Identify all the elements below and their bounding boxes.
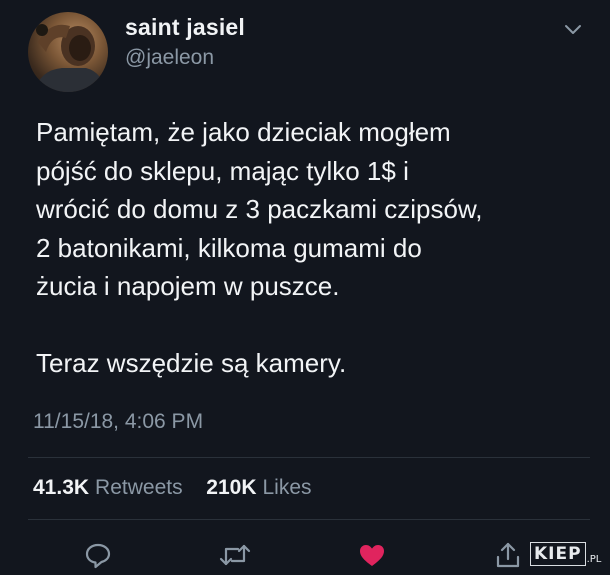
engagement-stats: 41.3K Retweets 210K Likes <box>33 476 312 500</box>
divider <box>28 519 590 520</box>
tweet-card: saint jasiel @jaeleon Pamiętam, że jako … <box>0 0 610 575</box>
paragraph-break <box>36 306 576 344</box>
retweet-icon[interactable] <box>218 540 252 570</box>
tweet-text-line: Teraz wszędzie są kamery. <box>36 347 347 378</box>
watermark-text: KIEP <box>530 542 586 566</box>
divider <box>28 457 590 458</box>
tweet-timestamp[interactable]: 11/15/18, 4:06 PM <box>33 410 203 434</box>
tweet-text-line: pójść do sklepu, mając tylko 1$ i <box>36 155 409 186</box>
likes-count: 210K <box>206 476 257 499</box>
share-icon[interactable] <box>493 540 523 570</box>
tweet-text-line: żucia i napojem w puszce. <box>36 271 340 301</box>
reply-icon[interactable] <box>83 540 113 570</box>
retweets-label: Retweets <box>95 476 183 499</box>
tweet-text-line: wrócić do domu z 3 paczkami czipsów, <box>36 194 483 224</box>
tweet-text: Pamiętam, że jako dzieciak mogłem pójść … <box>36 113 576 382</box>
watermark-logo: KIEP .PL <box>530 541 601 567</box>
heart-icon[interactable] <box>357 540 387 570</box>
likes-stat[interactable]: 210K Likes <box>206 476 311 499</box>
retweets-stat[interactable]: 41.3K Retweets <box>33 476 188 499</box>
likes-label: Likes <box>262 476 312 499</box>
avatar[interactable] <box>28 12 108 92</box>
display-name[interactable]: saint jasiel <box>125 14 245 41</box>
tweet-text-line: 2 batonikami, kilkoma gumami do <box>36 232 422 263</box>
retweets-count: 41.3K <box>33 476 90 499</box>
watermark-domain: .PL <box>586 554 602 565</box>
chevron-down-icon[interactable] <box>562 22 584 38</box>
tweet-text-line: Pamiętam, że jako dzieciak mogłem <box>36 117 451 147</box>
user-handle[interactable]: @jaeleon <box>125 46 214 70</box>
